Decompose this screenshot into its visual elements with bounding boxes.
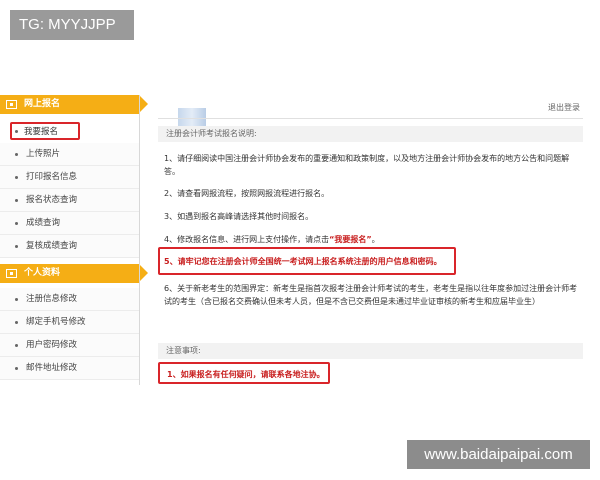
id-card-icon bbox=[6, 269, 17, 278]
avatar bbox=[178, 108, 206, 126]
section-title: 个人资料 bbox=[24, 268, 61, 278]
sidebar-item-edit-registration[interactable]: 注册信息修改 bbox=[0, 288, 139, 311]
sidebar-item-edit-email[interactable]: 邮件地址修改 bbox=[0, 357, 139, 380]
sidebar-item-label: 注册信息修改 bbox=[26, 294, 78, 304]
instruction-4-prefix: 4、修改报名信息、进行网上支付操作，请点击 bbox=[164, 235, 330, 244]
sidebar-item-label: 复核成绩查询 bbox=[26, 241, 78, 251]
sidebar-item-label: 成绩查询 bbox=[26, 218, 61, 228]
register-link[interactable]: “我要报名” bbox=[329, 235, 372, 244]
sidebar-item-label: 报名状态查询 bbox=[26, 195, 78, 205]
sidebar-item-register[interactable]: 我要报名 bbox=[10, 122, 80, 140]
section-title: 网上报名 bbox=[24, 99, 61, 109]
instruction-4: 4、修改报名信息、进行网上支付操作，请点击“我要报名”。 bbox=[164, 233, 584, 246]
bullet-icon bbox=[15, 199, 18, 202]
sidebar-item-label: 邮件地址修改 bbox=[26, 363, 78, 373]
sidebar-item-review-query[interactable]: 复核成绩查询 bbox=[0, 235, 139, 258]
sidebar-item-score-query[interactable]: 成绩查询 bbox=[0, 212, 139, 235]
bullet-icon bbox=[15, 245, 18, 248]
site-watermark: www.baidaipaipai.com bbox=[407, 440, 590, 469]
sidebar-item-status-query[interactable]: 报名状态查询 bbox=[0, 189, 139, 212]
header-divider bbox=[158, 118, 583, 119]
section-header-online-registration: 网上报名 bbox=[0, 95, 148, 114]
logout-link[interactable]: 退出登录 bbox=[548, 102, 580, 113]
bullet-icon bbox=[15, 222, 18, 225]
sidebar-item-edit-phone[interactable]: 绑定手机号修改 bbox=[0, 311, 139, 334]
bullet-icon bbox=[15, 298, 18, 301]
sidebar-item-label: 我要报名 bbox=[24, 127, 59, 137]
bullet-icon bbox=[15, 321, 18, 324]
sidebar-item-upload-photo[interactable]: 上传照片 bbox=[0, 143, 139, 166]
instruction-4-suffix: 。 bbox=[371, 235, 380, 244]
sidebar: 网上报名 我要报名 上传照片 打印报名信息 报名状态查询 成绩查询 复核成绩查询… bbox=[0, 95, 148, 385]
instructions-title: 注册会计师考试报名说明: bbox=[158, 126, 583, 142]
instruction-3: 3、如遇到报名高峰请选择其他时间报名。 bbox=[164, 212, 314, 221]
sidebar-item-label: 打印报名信息 bbox=[26, 172, 78, 182]
sidebar-item-label: 绑定手机号修改 bbox=[26, 317, 86, 327]
instruction-1: 1、请仔细阅读中国注册会计师协会发布的重要通知和政策制度，以及地方注册会计师协会… bbox=[164, 154, 570, 176]
instruction-5: 5、请牢记您在注册会计师全国统一考试网上报名系统注册的用户信息和密码。 bbox=[164, 257, 442, 266]
note-1: 1、如果报名有任何疑问，请联系各地注协。 bbox=[167, 370, 325, 379]
sidebar-item-label: 用户密码修改 bbox=[26, 340, 78, 350]
bullet-icon bbox=[15, 130, 18, 133]
bullet-icon bbox=[15, 153, 18, 156]
bullet-icon bbox=[15, 176, 18, 179]
instruction-2: 2、请查看网报流程，按照网报流程进行报名。 bbox=[164, 189, 330, 198]
sidebar-divider bbox=[139, 95, 140, 385]
section-header-personal-info: 个人资料 bbox=[0, 264, 148, 283]
bullet-icon bbox=[15, 367, 18, 370]
tg-watermark: TG: MYYJJPP bbox=[10, 10, 134, 40]
monitor-icon bbox=[6, 100, 17, 109]
sidebar-item-edit-password[interactable]: 用户密码修改 bbox=[0, 334, 139, 357]
bullet-icon bbox=[15, 344, 18, 347]
sidebar-item-print-registration[interactable]: 打印报名信息 bbox=[0, 166, 139, 189]
notes-title: 注意事项: bbox=[158, 343, 583, 359]
instruction-6: 6、关于新老考生的范围界定：新考生是指首次报考注册会计师考试的考生，老考生是指以… bbox=[164, 284, 578, 306]
sidebar-item-label: 上传照片 bbox=[26, 149, 61, 159]
